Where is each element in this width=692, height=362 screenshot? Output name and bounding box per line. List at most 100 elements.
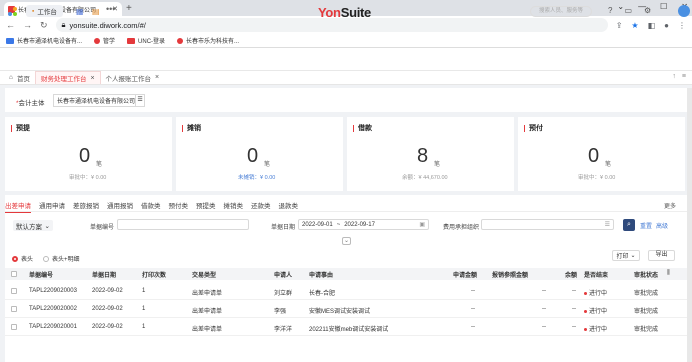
message-icon[interactable]: ▭	[624, 6, 632, 15]
more-icon[interactable]: •••	[106, 4, 115, 14]
export-button[interactable]: 导出	[648, 250, 675, 261]
workbench-label: 工作台	[37, 9, 57, 16]
column-settings-icon[interactable]: ⫼	[667, 270, 670, 277]
more-link[interactable]: 更多	[664, 201, 676, 210]
scrollbar[interactable]	[687, 88, 692, 362]
arrow-up-icon[interactable]: ↑	[672, 73, 676, 80]
reset-link[interactable]: 重置	[640, 221, 652, 230]
col-header[interactable]: 交易类型	[192, 270, 216, 279]
collapse-filter-icon[interactable]: ⌄	[342, 237, 351, 245]
list-icon[interactable]: ☰	[605, 221, 610, 228]
app-grid-icon[interactable]	[8, 7, 17, 16]
lock-icon: 🔒︎	[61, 20, 66, 29]
card-sub: 余额：¥ 44,670.00	[402, 175, 448, 181]
bookmark-favicon-icon	[177, 37, 184, 44]
tab-home[interactable]: ⌂ 首页	[4, 71, 35, 84]
url-field[interactable]: 🔒︎ yonsuite.diwork.com/#/	[55, 18, 608, 32]
row-checkbox[interactable]	[11, 324, 17, 330]
avatar[interactable]	[678, 5, 690, 17]
col-header[interactable]: 报销参照金额	[492, 270, 528, 279]
col-header[interactable]: 审批状态	[634, 270, 658, 279]
summary-card-accrual[interactable]: 预提 0 笔 审批中：¥ 0.00	[5, 117, 172, 191]
workbench-icon: ▪	[32, 7, 35, 15]
divider	[5, 211, 687, 212]
browser-tab[interactable]: 长春市通泽机电设备有限公司 ✕	[4, 2, 122, 16]
summary-card-prepayment[interactable]: 预付 0 笔 审批中：¥ 0.00	[518, 117, 685, 191]
doc-no-input[interactable]	[117, 219, 249, 230]
status-dot-icon	[584, 291, 587, 295]
bookmark-item[interactable]: 管学	[94, 36, 115, 45]
close-tab-icon[interactable]: ×	[155, 74, 159, 81]
doc-no-label: 单据编号	[90, 225, 115, 231]
row-checkbox[interactable]	[11, 288, 17, 294]
bookmark-item[interactable]: 长春市通泽机电设备有...	[6, 36, 82, 45]
table-row[interactable]: TAPL2209020003 2022-09-02 1 出差申请单 刘立群 长春…	[5, 282, 687, 300]
table-row[interactable]: TAPL2209020002 2022-09-02 1 出差申请单 李强 安徽M…	[5, 300, 687, 318]
summary-card-amortization[interactable]: 摊销 0 笔 未摊销：¥ 0.00	[176, 117, 343, 191]
new-tab-icon[interactable]: +	[126, 3, 132, 14]
dept-input[interactable]: ☰	[481, 219, 614, 230]
card-count: 0	[79, 145, 91, 167]
card-count: 0	[588, 145, 600, 167]
scheme-select[interactable]: 默认方案 ⌄	[13, 220, 53, 231]
card-title: 预付	[524, 125, 543, 132]
col-header[interactable]: 是否结束	[584, 270, 608, 279]
bookmark-item[interactable]: 长春市乐为科技有...	[177, 36, 239, 45]
advanced-link[interactable]: 高级	[656, 221, 668, 230]
select-all-checkbox[interactable]	[11, 271, 17, 277]
view-header-radio[interactable]: 表头	[12, 254, 33, 263]
view-header-detail-radio[interactable]: 表头+明细	[43, 254, 80, 263]
card-unit: 笔	[96, 162, 103, 168]
bookmark-favicon-icon	[94, 37, 101, 44]
col-header[interactable]: 申请事由	[309, 270, 333, 279]
apps-icon[interactable]: ▦	[76, 7, 84, 16]
col-header[interactable]: 申请金额	[453, 270, 477, 279]
profile-icon[interactable]: ●	[664, 21, 669, 30]
chevron-down-icon: ⌄	[630, 253, 636, 259]
search-icon: ⌕	[627, 221, 631, 228]
settings-icon[interactable]: ⚙	[644, 6, 651, 15]
row-checkbox[interactable]	[11, 306, 17, 312]
extensions-icon[interactable]: ◧	[648, 21, 656, 30]
star-icon[interactable]: ★	[631, 21, 638, 30]
col-header[interactable]: 申请人	[274, 270, 292, 279]
forward-icon[interactable]: →	[23, 20, 32, 30]
tab-personal-expense-workbench[interactable]: 个人报账工作台 ×	[101, 71, 165, 84]
col-header[interactable]: 余额	[565, 270, 577, 279]
col-header[interactable]: 打印次数	[142, 270, 166, 279]
calendar-icon[interactable]: ▣	[419, 221, 425, 228]
radio-checked-icon	[12, 255, 18, 262]
card-title: 预提	[11, 125, 30, 132]
page-tabs: ⌂ 首页 财务处理工作台 × 个人报账工作台 ×	[0, 71, 692, 85]
search-button[interactable]: ⌕	[623, 219, 635, 231]
bookmark-item[interactable]: UNC-登录	[127, 36, 165, 45]
org-select[interactable]: 长春市通泽机电设备有限公司 ☰	[53, 94, 145, 107]
date-range-input[interactable]: 2022-09-01 ~ 2022-09-17 ▣	[298, 219, 429, 230]
workbench-button[interactable]: ▪ 工作台	[26, 5, 63, 17]
card-title: 摊销	[182, 125, 201, 132]
maximize-icon[interactable]: ☐	[660, 2, 667, 11]
layout-icon[interactable]: ▤	[92, 7, 100, 16]
reload-icon[interactable]: ↻	[40, 20, 48, 31]
summary-card-loan[interactable]: 借款 8 笔 余额：¥ 44,670.00	[347, 117, 514, 191]
menu-icon[interactable]: ⋮	[678, 21, 686, 30]
page-tab-tools: ↑ ≡	[672, 73, 686, 80]
url-text: yonsuite.diwork.com/#/	[69, 20, 146, 30]
tab-finance-workbench[interactable]: 财务处理工作台 ×	[34, 71, 101, 84]
bookmark-favicon-icon	[6, 37, 14, 44]
print-button[interactable]: 打印 ⌄	[612, 250, 640, 261]
card-unit: 笔	[434, 162, 441, 168]
org-label: *会计主体	[16, 100, 45, 107]
col-header[interactable]: 单据日期	[92, 270, 116, 279]
close-tab-icon[interactable]: ×	[90, 75, 94, 82]
list-icon[interactable]: ☰	[135, 95, 144, 106]
table-row[interactable]: TAPL2209020001 2022-09-02 1 出差申请单 李洋洋 20…	[5, 318, 687, 336]
col-header[interactable]: 单据编号	[29, 270, 53, 279]
back-icon[interactable]: ←	[6, 20, 15, 30]
bookmark-favicon-icon	[127, 37, 136, 44]
help-icon[interactable]: ?	[608, 6, 612, 15]
global-search-input[interactable]: 搜索人员、服务等	[530, 6, 592, 17]
tab-menu-icon[interactable]: ≡	[682, 73, 686, 80]
share-icon[interactable]: ⇪	[616, 21, 623, 30]
dept-label: 费用承担组织	[443, 225, 480, 231]
